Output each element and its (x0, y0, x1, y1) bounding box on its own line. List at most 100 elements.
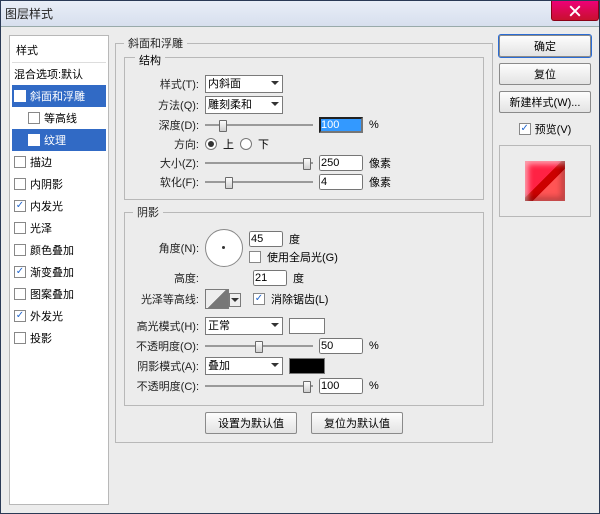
sidebar-item-11[interactable]: 投影 (12, 327, 106, 349)
sidebar-item-3[interactable]: 描边 (12, 151, 106, 173)
sidebar-item-5[interactable]: 内发光 (12, 195, 106, 217)
angle-wheel[interactable] (205, 229, 243, 267)
technique-select[interactable]: 雕刻柔和 (205, 96, 283, 114)
sidebar-item-label: 光泽 (30, 220, 52, 236)
sidebar-item-10[interactable]: 外发光 (12, 305, 106, 327)
sidebar-item-label: 投影 (30, 330, 52, 346)
sidebar-checkbox[interactable] (14, 332, 26, 344)
set-default-button[interactable]: 设置为默认值 (205, 412, 297, 434)
sidebar-blend-options[interactable]: 混合选项:默认 (12, 63, 106, 85)
technique-label: 方法(Q): (133, 97, 199, 113)
sidebar-checkbox[interactable] (28, 112, 40, 124)
soften-slider[interactable] (205, 175, 313, 189)
direction-down-radio[interactable] (240, 138, 252, 150)
sidebar-blend-label: 混合选项:默认 (14, 66, 83, 82)
sidebar-item-label: 等高线 (44, 110, 77, 126)
direction-label: 方向: (133, 136, 199, 152)
sidebar-item-1[interactable]: 等高线 (12, 107, 106, 129)
chevron-down-icon[interactable] (229, 293, 241, 307)
shading-legend: 阴影 (133, 204, 163, 220)
dialog-window: 图层样式 样式 混合选项:默认 斜面和浮雕等高线纹理描边内阴影内发光光泽颜色叠加… (0, 0, 600, 514)
sidebar-checkbox[interactable] (28, 134, 40, 146)
direction-up-label: 上 (223, 136, 234, 152)
size-input[interactable] (319, 155, 363, 171)
soften-input[interactable] (319, 174, 363, 190)
sidebar-checkbox[interactable] (14, 310, 26, 322)
global-light-label: 使用全局光(G) (267, 249, 338, 265)
sidebar-checkbox[interactable] (14, 200, 26, 212)
size-slider[interactable] (205, 156, 313, 170)
new-style-button[interactable]: 新建样式(W)... (499, 91, 591, 113)
sidebar-item-label: 图案叠加 (30, 286, 74, 302)
highlight-opacity-label: 不透明度(O): (133, 338, 199, 354)
angle-unit: 度 (289, 231, 300, 247)
depth-slider[interactable] (205, 118, 313, 132)
altitude-label: 高度: (133, 270, 199, 286)
reset-default-button[interactable]: 复位为默认值 (311, 412, 403, 434)
sidebar-item-label: 描边 (30, 154, 52, 170)
sidebar-header: 样式 (12, 38, 106, 63)
antialias-checkbox[interactable] (253, 293, 265, 305)
sidebar-item-7[interactable]: 颜色叠加 (12, 239, 106, 261)
sidebar-checkbox[interactable] (14, 156, 26, 168)
depth-input[interactable] (319, 117, 363, 133)
highlight-opacity-unit: % (369, 340, 395, 352)
sidebar-item-9[interactable]: 图案叠加 (12, 283, 106, 305)
shadow-mode-label: 阴影模式(A): (133, 358, 199, 374)
altitude-input[interactable] (253, 270, 287, 286)
shadow-opacity-unit: % (369, 380, 395, 392)
sidebar-item-2[interactable]: 纹理 (12, 129, 106, 151)
highlight-opacity-slider[interactable] (205, 339, 313, 353)
highlight-mode-select[interactable]: 正常 (205, 317, 283, 335)
highlight-color-swatch[interactable] (289, 318, 325, 334)
style-select[interactable]: 内斜面 (205, 75, 283, 93)
shadow-opacity-slider[interactable] (205, 379, 313, 393)
shadow-opacity-input[interactable] (319, 378, 363, 394)
sidebar-checkbox[interactable] (14, 288, 26, 300)
antialias-label: 消除锯齿(L) (271, 291, 328, 307)
sidebar-checkbox[interactable] (14, 178, 26, 190)
sidebar-checkbox[interactable] (14, 222, 26, 234)
ok-button[interactable]: 确定 (499, 35, 591, 57)
preview-label: 预览(V) (535, 121, 572, 137)
sidebar-item-4[interactable]: 内阴影 (12, 173, 106, 195)
sidebar-item-label: 斜面和浮雕 (30, 88, 85, 104)
soften-label: 软化(F): (133, 174, 199, 190)
global-light-checkbox[interactable] (249, 251, 261, 263)
styles-sidebar: 样式 混合选项:默认 斜面和浮雕等高线纹理描边内阴影内发光光泽颜色叠加渐变叠加图… (9, 35, 109, 505)
close-button[interactable] (551, 1, 599, 21)
depth-unit: % (369, 119, 395, 131)
sidebar-item-0[interactable]: 斜面和浮雕 (12, 85, 106, 107)
sidebar-item-6[interactable]: 光泽 (12, 217, 106, 239)
action-panel: 确定 复位 新建样式(W)... 预览(V) (499, 35, 591, 505)
structure-group: 结构 样式(T): 内斜面 方法(Q): 雕刻柔和 深度(D): % (124, 57, 484, 200)
sidebar-checkbox[interactable] (14, 244, 26, 256)
sidebar-item-label: 内发光 (30, 198, 63, 214)
highlight-opacity-input[interactable] (319, 338, 363, 354)
window-title: 图层样式 (5, 5, 53, 22)
sidebar-item-label: 颜色叠加 (30, 242, 74, 258)
sidebar-item-label: 内阴影 (30, 176, 63, 192)
preview-swatch (525, 161, 565, 201)
style-label: 样式(T): (133, 76, 199, 92)
shadow-opacity-label: 不透明度(C): (133, 378, 199, 394)
angle-input[interactable] (249, 231, 283, 247)
soften-unit: 像素 (369, 174, 395, 190)
sidebar-item-8[interactable]: 渐变叠加 (12, 261, 106, 283)
bevel-legend: 斜面和浮雕 (124, 35, 187, 51)
bevel-fieldset: 斜面和浮雕 结构 样式(T): 内斜面 方法(Q): 雕刻柔和 深度(D): (115, 35, 493, 443)
structure-legend: 结构 (135, 52, 165, 68)
close-icon (569, 5, 581, 17)
shadow-color-swatch[interactable] (289, 358, 325, 374)
cancel-button[interactable]: 复位 (499, 63, 591, 85)
size-unit: 像素 (369, 155, 395, 171)
preview-box (499, 145, 591, 217)
shadow-mode-select[interactable]: 叠加 (205, 357, 283, 375)
sidebar-checkbox[interactable] (14, 266, 26, 278)
preview-checkbox[interactable] (519, 123, 531, 135)
direction-up-radio[interactable] (205, 138, 217, 150)
sidebar-checkbox[interactable] (14, 90, 26, 102)
titlebar: 图层样式 (1, 1, 599, 27)
altitude-unit: 度 (293, 270, 304, 286)
gloss-contour-picker[interactable] (205, 289, 229, 309)
